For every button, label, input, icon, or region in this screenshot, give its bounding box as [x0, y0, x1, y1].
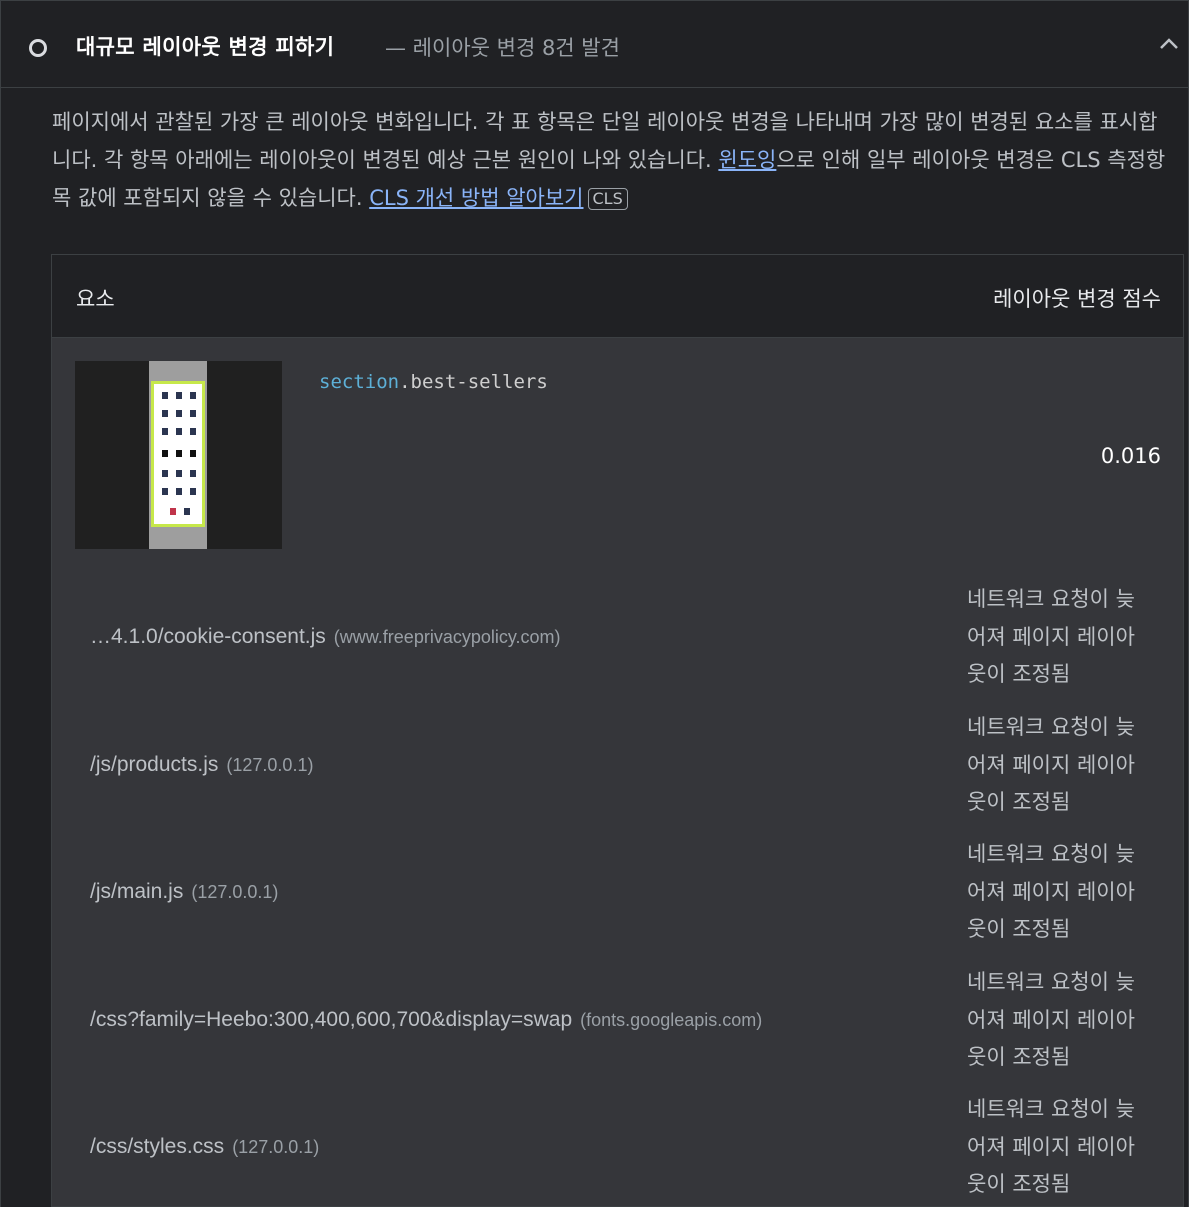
- cause-url[interactable]: /js/main.js (127.0.0.1): [90, 880, 278, 904]
- cause-row: /css/styles.css (127.0.0.1) 네트워크 요청이 늦어져 …: [52, 1083, 1183, 1207]
- product-image: [162, 392, 168, 399]
- cause-url-path: …4.1.0/cookie-consent.js: [90, 625, 326, 648]
- cause-url-host: (www.freeprivacypolicy.com): [333, 627, 561, 647]
- cause-url[interactable]: /css/styles.css (127.0.0.1): [90, 1135, 319, 1159]
- product-image: [176, 450, 182, 457]
- cause-url-host: (127.0.0.1): [226, 755, 314, 775]
- product-image: [184, 508, 190, 515]
- cls-audit-panel: 대규모 레이아웃 변경 피하기 — 레이아웃 변경 8건 발견 페이지에서 관찰…: [0, 0, 1189, 1207]
- chevron-up-icon[interactable]: [1158, 37, 1180, 51]
- product-image: [190, 470, 196, 477]
- audit-description: 페이지에서 관찰된 가장 큰 레이아웃 변화입니다. 각 표 항목은 단일 레이…: [52, 103, 1172, 217]
- audit-title: 대규모 레이아웃 변경 피하기: [76, 35, 335, 59]
- product-image: [162, 428, 168, 435]
- layout-shift-table: 요소 레이아웃 변경 점수 section.best-sellers 0.016…: [51, 254, 1184, 1207]
- cause-reason: 네트워크 요청이 늦어져 페이지 레이아웃이 조정됨: [967, 841, 1135, 941]
- layout-shift-score: 0.016: [1100, 444, 1161, 468]
- cause-url[interactable]: /css?family=Heebo:300,400,600,700&displa…: [90, 1008, 762, 1032]
- cause-url-host: (fonts.googleapis.com): [580, 1010, 763, 1030]
- product-image: [190, 450, 196, 457]
- audit-header[interactable]: 대규모 레이아웃 변경 피하기 — 레이아웃 변경 8건 발견: [1, 0, 1189, 88]
- cause-url-path: /js/main.js: [90, 880, 184, 903]
- cause-reason: 네트워크 요청이 늦어져 페이지 레이아웃이 조정됨: [967, 586, 1135, 686]
- cause-url-path: /js/products.js: [90, 753, 219, 776]
- page-screenshot: [149, 361, 207, 549]
- cause-url[interactable]: /js/products.js (127.0.0.1): [90, 753, 313, 777]
- cause-reason: 네트워크 요청이 늦어져 페이지 레이아웃이 조정됨: [967, 969, 1135, 1069]
- product-image: [162, 470, 168, 477]
- audit-status-circle-icon: [29, 39, 47, 57]
- product-image: [176, 392, 182, 399]
- cause-reason: 네트워크 요청이 늦어져 페이지 레이아웃이 조정됨: [967, 1096, 1135, 1196]
- cause-reason: 네트워크 요청이 늦어져 페이지 레이아웃이 조정됨: [967, 714, 1135, 814]
- product-image: [190, 392, 196, 399]
- column-header-score: 레이아웃 변경 점수: [993, 287, 1161, 311]
- product-image: [162, 450, 168, 457]
- product-image: [162, 488, 168, 495]
- cause-url-host: (127.0.0.1): [232, 1137, 320, 1157]
- learn-more-cls-link[interactable]: CLS 개선 방법 알아보기: [369, 186, 583, 210]
- product-image: [176, 470, 182, 477]
- product-image: [176, 428, 182, 435]
- windowing-link[interactable]: 윈도잉: [718, 148, 776, 172]
- cause-row: /js/main.js (127.0.0.1) 네트워크 요청이 늦어져 페이지 …: [52, 828, 1183, 956]
- element-selector[interactable]: section.best-sellers: [319, 371, 548, 393]
- product-image: [176, 410, 182, 417]
- selector-tag: section: [319, 371, 400, 393]
- cause-url-path: /css/styles.css: [90, 1135, 225, 1158]
- product-image: [176, 488, 182, 495]
- product-image: [162, 410, 168, 417]
- element-screenshot-thumbnail[interactable]: [75, 361, 282, 549]
- product-image: [190, 410, 196, 417]
- cause-url-path: /css?family=Heebo:300,400,600,700&displa…: [90, 1008, 573, 1031]
- selector-class: .best-sellers: [399, 371, 548, 393]
- column-header-element: 요소: [76, 287, 115, 311]
- product-image: [190, 488, 196, 495]
- cause-row: /js/products.js (127.0.0.1) 네트워크 요청이 늦어져 …: [52, 701, 1183, 829]
- cause-url[interactable]: …4.1.0/cookie-consent.js (www.freeprivacy…: [90, 625, 561, 649]
- highlighted-element-box: [151, 381, 205, 527]
- product-image: [170, 508, 176, 515]
- cls-badge: CLS: [587, 188, 628, 210]
- cause-row: /css?family=Heebo:300,400,600,700&displa…: [52, 956, 1183, 1084]
- table-header: 요소 레이아웃 변경 점수: [52, 255, 1183, 338]
- audit-summary: — 레이아웃 변경 8건 발견: [385, 36, 620, 60]
- cause-url-host: (127.0.0.1): [191, 882, 279, 902]
- cause-row: …4.1.0/cookie-consent.js (www.freeprivacy…: [52, 573, 1183, 701]
- product-image: [190, 428, 196, 435]
